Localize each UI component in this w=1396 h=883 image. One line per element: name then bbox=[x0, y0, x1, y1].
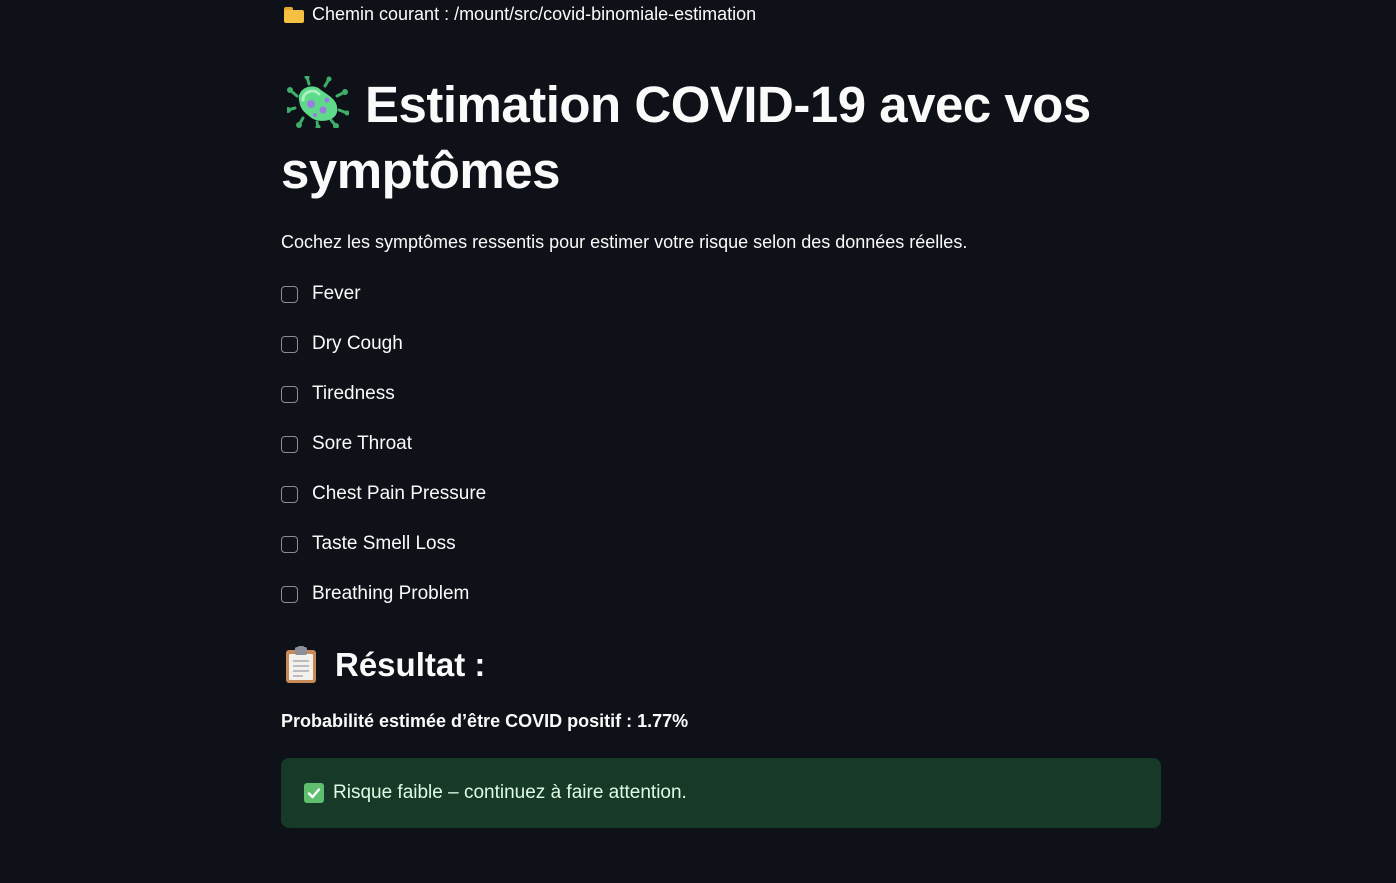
checkbox[interactable] bbox=[281, 535, 298, 553]
checkbox[interactable] bbox=[281, 435, 298, 453]
success-alert: Risque faible – continuez à faire attent… bbox=[281, 758, 1161, 828]
page-subtitle: Cochez les symptômes ressentis pour esti… bbox=[281, 232, 968, 252]
checkbox-label: Tiredness bbox=[312, 383, 395, 404]
checkbox-label: Taste Smell Loss bbox=[312, 533, 456, 554]
page-title: Estimation COVID-19 avec vos symptômes bbox=[281, 72, 1161, 204]
checkbox[interactable] bbox=[281, 485, 298, 503]
checkbox-label: Fever bbox=[312, 283, 361, 304]
result-heading-text: Résultat : bbox=[335, 646, 486, 683]
check-mark-icon bbox=[304, 783, 324, 803]
symptom-checkbox-dry-cough[interactable]: Dry Cough bbox=[281, 331, 403, 357]
microbe-icon bbox=[287, 76, 349, 128]
checkbox[interactable] bbox=[281, 585, 298, 603]
symptom-checkbox-sore-throat[interactable]: Sore Throat bbox=[281, 431, 412, 457]
current-path: Chemin courant : /mount/src/covid-binomi… bbox=[284, 2, 756, 26]
checkbox[interactable] bbox=[281, 335, 298, 353]
symptom-checkbox-fever[interactable]: Fever bbox=[281, 281, 361, 307]
clipboard-icon bbox=[286, 646, 316, 683]
symptom-checkbox-taste-smell-loss[interactable]: Taste Smell Loss bbox=[281, 531, 456, 557]
checkbox-label: Chest Pain Pressure bbox=[312, 483, 487, 504]
folder-icon bbox=[284, 7, 304, 23]
probability-text: Probabilité estimée d’être COVID positif… bbox=[281, 711, 689, 731]
symptom-checkbox-breathing-problem[interactable]: Breathing Problem bbox=[281, 581, 469, 607]
alert-text: Risque faible – continuez à faire attent… bbox=[333, 782, 687, 803]
page-title-text: Estimation COVID-19 avec vos symptômes bbox=[281, 76, 1091, 199]
checkbox-label: Dry Cough bbox=[312, 333, 403, 354]
result-heading: Résultat : bbox=[285, 643, 485, 687]
symptom-checkbox-tiredness[interactable]: Tiredness bbox=[281, 381, 395, 407]
checkbox-label: Sore Throat bbox=[312, 433, 412, 454]
checkbox-label: Breathing Problem bbox=[312, 583, 470, 604]
checkbox[interactable] bbox=[281, 285, 298, 303]
symptom-checkbox-chest-pain-pressure[interactable]: Chest Pain Pressure bbox=[281, 481, 486, 507]
current-path-text: Chemin courant : /mount/src/covid-binomi… bbox=[312, 4, 757, 24]
checkbox[interactable] bbox=[281, 385, 298, 403]
